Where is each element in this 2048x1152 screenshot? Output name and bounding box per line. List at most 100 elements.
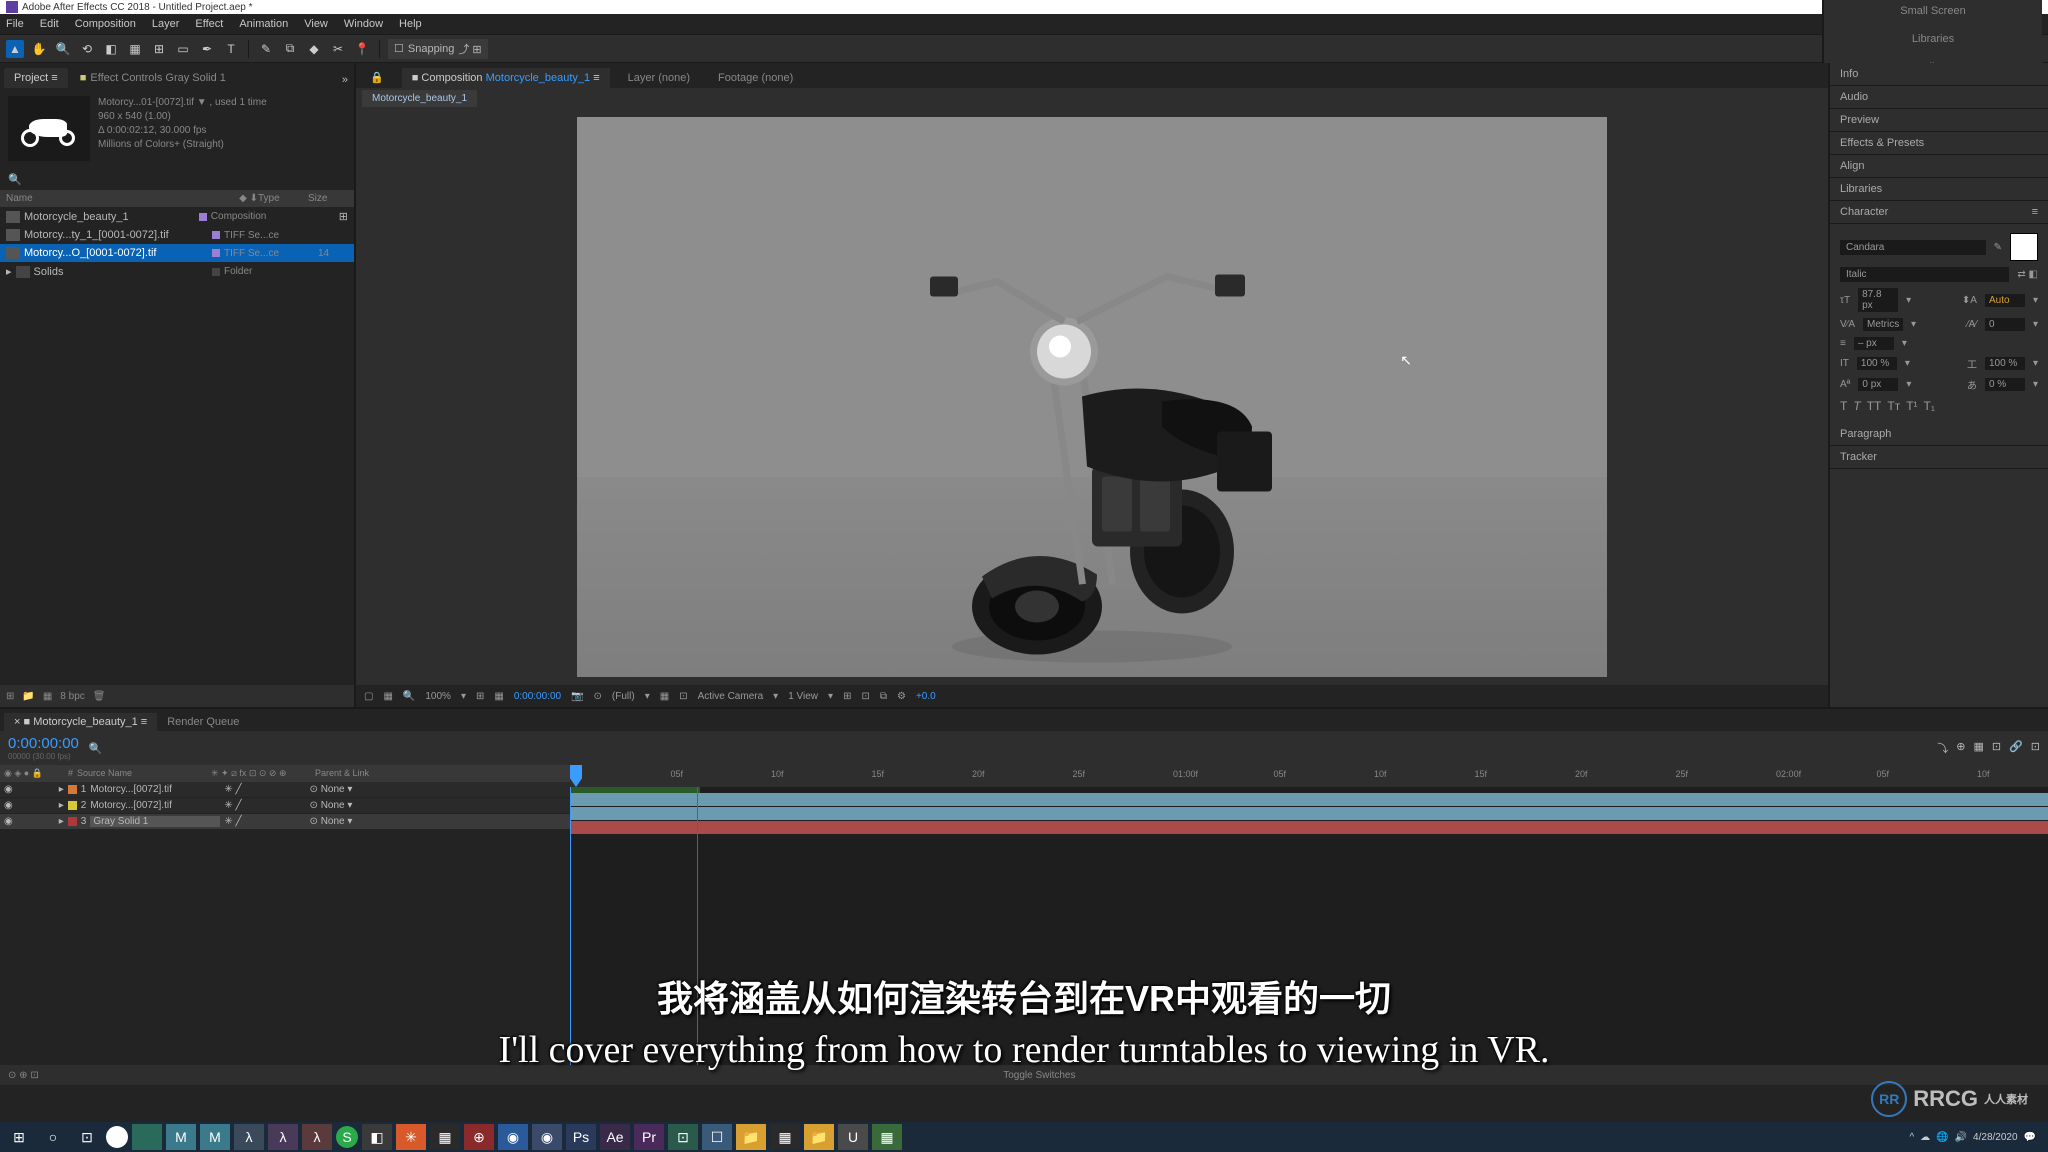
snapping-toggle[interactable]: ☐ Snapping ⤴ ⊞ — [388, 39, 488, 59]
libraries-panel[interactable]: Libraries — [1830, 178, 2048, 201]
ae-icon[interactable]: Ae — [600, 1124, 630, 1150]
hand-tool[interactable]: ✋ — [30, 40, 48, 58]
chrome-icon[interactable] — [106, 1126, 128, 1148]
tray-cloud-icon[interactable]: ☁ — [1920, 1132, 1930, 1143]
project-item-solids[interactable]: ▸SolidsFolder — [0, 262, 354, 281]
grid-icon[interactable]: ▦ — [494, 691, 503, 702]
app-icon-9[interactable]: ✳ — [396, 1124, 426, 1150]
pan-behind-tool[interactable]: ⊞ — [150, 40, 168, 58]
start-button[interactable]: ⊞ — [4, 1124, 34, 1150]
tl-icon-4[interactable]: ⊡ — [1992, 740, 2001, 756]
tsume-input[interactable]: 0 % — [1985, 378, 2025, 391]
view-select[interactable]: 1 View — [788, 691, 818, 702]
trash-icon[interactable]: 🗑 — [93, 691, 106, 702]
tl-icon-3[interactable]: ▦ — [1973, 740, 1983, 756]
paragraph-panel[interactable]: Paragraph — [1830, 423, 2048, 446]
timeline-search-icon[interactable]: 🔍 — [89, 742, 103, 755]
eyedropper-icon[interactable]: ✎ — [1994, 242, 2002, 253]
3d-icon[interactable]: ⊡ — [679, 691, 687, 702]
system-tray[interactable]: ^ ☁ 🌐 🔊 4/28/2020 💬 — [1909, 1132, 2044, 1143]
toggle-switches[interactable]: Toggle Switches — [1003, 1070, 1075, 1081]
menu-composition[interactable]: Composition — [75, 18, 136, 30]
playhead[interactable] — [570, 765, 582, 787]
app-icon-13[interactable]: ◉ — [532, 1124, 562, 1150]
menu-help[interactable]: Help — [399, 18, 422, 30]
snapshot-icon[interactable]: 📷 — [571, 691, 583, 702]
effects-presets-panel[interactable]: Effects & Presets — [1830, 132, 2048, 155]
tray-net-icon[interactable]: 🌐 — [1936, 1132, 1948, 1143]
project-item-tiff1[interactable]: Motorcy...ty_1_[0001-0072].tifTIFF Se...… — [0, 226, 354, 244]
workspace-libraries[interactable]: Libraries — [1906, 31, 1960, 47]
superscript[interactable]: T¹ — [1906, 399, 1917, 413]
layer-bar-3[interactable] — [570, 821, 2048, 834]
menu-view[interactable]: View — [304, 18, 328, 30]
zoom-level[interactable]: 100% — [425, 691, 451, 702]
preview-panel[interactable]: Preview — [1830, 109, 2048, 132]
current-time[interactable]: 0:00:00:00 — [8, 735, 79, 752]
puppet-tool[interactable]: 📍 — [353, 40, 371, 58]
bpc-button[interactable]: 8 bpc — [60, 691, 84, 702]
workspace-small[interactable]: Small Screen — [1894, 3, 1971, 19]
effect-controls-tab[interactable]: ■Effect Controls Gray Solid 1 — [70, 68, 236, 88]
app-icon-14[interactable]: ⊡ — [668, 1124, 698, 1150]
cortana-icon[interactable]: ○ — [38, 1124, 68, 1150]
project-item-comp[interactable]: Motorcycle_beauty_1Composition⊞ — [0, 207, 354, 226]
fast-preview-icon[interactable]: ⊡ — [861, 691, 869, 702]
small-caps[interactable]: Tᴛ — [1887, 399, 1900, 413]
explorer-icon[interactable]: 📁 — [736, 1124, 766, 1150]
audio-panel[interactable]: Audio — [1830, 86, 2048, 109]
brush-tool[interactable]: ✎ — [257, 40, 275, 58]
pixel-icon[interactable]: ⊞ — [843, 691, 851, 702]
comp-lock-icon[interactable]: 🔒 — [360, 67, 394, 88]
time-ruler[interactable]: 05f 10f 15f 20f 25f 01:00f 05f 10f 15f 2… — [570, 765, 2048, 787]
viewport[interactable]: ↖ — [356, 109, 1828, 685]
app-icon-19[interactable]: ▦ — [872, 1124, 902, 1150]
tray-up-icon[interactable]: ^ — [1909, 1132, 1914, 1143]
roto-tool[interactable]: ✂ — [329, 40, 347, 58]
comp-breadcrumb[interactable]: Motorcycle_beauty_1 — [362, 90, 477, 107]
align-panel[interactable]: Align — [1830, 155, 2048, 178]
zoom-tool[interactable]: 🔍 — [54, 40, 72, 58]
footage-tab[interactable]: Footage (none) — [708, 68, 803, 88]
region-icon[interactable]: ⊙ — [594, 691, 602, 702]
project-item-tiff2[interactable]: Motorcy...O_[0001-0072].tifTIFF Se...ce1… — [0, 244, 354, 262]
menu-layer[interactable]: Layer — [152, 18, 180, 30]
tracking-input[interactable]: 0 — [1985, 318, 2025, 331]
ps-icon[interactable]: Ps — [566, 1124, 596, 1150]
app-icon-8[interactable]: ◧ — [362, 1124, 392, 1150]
hscale-input[interactable]: 100 % — [1985, 357, 2025, 370]
font-family-select[interactable]: Candara — [1840, 240, 1986, 255]
track-area[interactable] — [570, 787, 2048, 1065]
mag-icon[interactable]: 🔍 — [403, 691, 415, 702]
erase-tool[interactable]: ◆ — [305, 40, 323, 58]
tl-icon-1[interactable]: ⤵ — [1937, 740, 1948, 756]
font-size-input[interactable]: 87.8 px — [1858, 288, 1898, 312]
new-comp-icon[interactable]: ▦ — [43, 691, 52, 702]
app-icon-6[interactable]: λ — [302, 1124, 332, 1150]
tl-icon-5[interactable]: 🔗 — [2009, 740, 2023, 756]
layer-row-1[interactable]: ◉▸ 1 Motorcy...[0072].tif ✳ ╱ ⊙ None ▾ — [0, 782, 570, 797]
baseline-input[interactable]: 0 px — [1858, 378, 1898, 391]
layer-tab[interactable]: Layer (none) — [618, 68, 700, 88]
composition-tab[interactable]: ■ Composition Motorcycle_beauty_1 ≡ — [402, 68, 610, 88]
layer-bar-1[interactable] — [570, 793, 2048, 806]
rotate-tool[interactable]: ◧ — [102, 40, 120, 58]
faux-italic[interactable]: T — [1853, 399, 1860, 413]
tray-vol-icon[interactable]: 🔊 — [1955, 1132, 1967, 1143]
faux-bold[interactable]: T — [1840, 399, 1847, 413]
font-style-select[interactable]: Italic — [1840, 267, 2009, 282]
app-icon-11[interactable]: ⊕ — [464, 1124, 494, 1150]
new-folder-icon[interactable]: 📁 — [22, 691, 34, 702]
kerning-select[interactable]: Metrics — [1863, 318, 1903, 331]
stroke-input[interactable]: – px — [1854, 337, 1894, 350]
project-search-icon[interactable]: 🔍 — [8, 174, 22, 186]
info-panel[interactable]: Info — [1830, 63, 2048, 86]
timecode[interactable]: 0:00:00:00 — [514, 691, 561, 702]
app-icon-17[interactable]: 📁 — [804, 1124, 834, 1150]
menu-animation[interactable]: Animation — [239, 18, 288, 30]
exposure[interactable]: +0.0 — [916, 691, 936, 702]
app-icon-1[interactable] — [132, 1124, 162, 1150]
vscale-input[interactable]: 100 % — [1857, 357, 1897, 370]
alpha-icon[interactable]: ▢ — [364, 691, 373, 702]
tl-icon-6[interactable]: ⊡ — [2031, 740, 2040, 756]
